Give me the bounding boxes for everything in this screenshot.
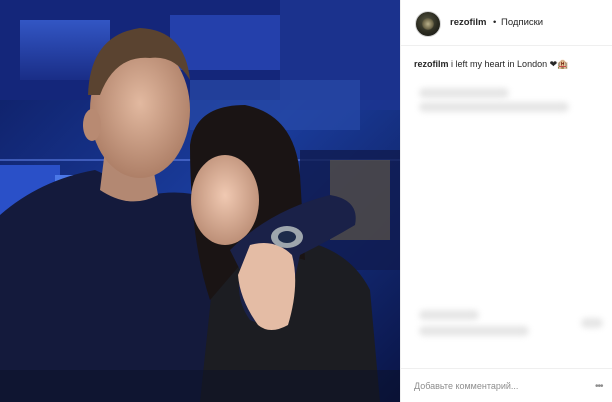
blurred-comments (411, 78, 607, 368)
blurred-comment (419, 326, 529, 336)
caption-text: i left my heart in London (451, 59, 548, 69)
caption-username[interactable]: rezofilm (414, 59, 449, 69)
blurred-comment (419, 88, 509, 98)
post-photo[interactable] (0, 0, 400, 402)
blurred-comment (419, 310, 479, 320)
blurred-comment (419, 102, 569, 112)
post-side-panel: rezofilm • Подписки rezofilm i left my h… (400, 0, 612, 402)
avatar[interactable] (415, 11, 441, 37)
comment-bar: ••• (401, 368, 612, 402)
post-caption: rezofilm i left my heart in London ❤🏨 (414, 59, 604, 70)
comment-input[interactable] (414, 379, 584, 393)
post-header: rezofilm • Подписки (401, 0, 612, 46)
separator-dot: • (493, 17, 497, 28)
photo-image (0, 0, 400, 402)
more-options-icon[interactable]: ••• (595, 381, 603, 392)
caption-emoji: ❤🏨 (549, 59, 569, 69)
blurred-comment (581, 318, 603, 328)
username-link[interactable]: rezofilm (450, 17, 486, 28)
avatar-image (422, 18, 434, 30)
follow-button[interactable]: Подписки (501, 17, 543, 28)
